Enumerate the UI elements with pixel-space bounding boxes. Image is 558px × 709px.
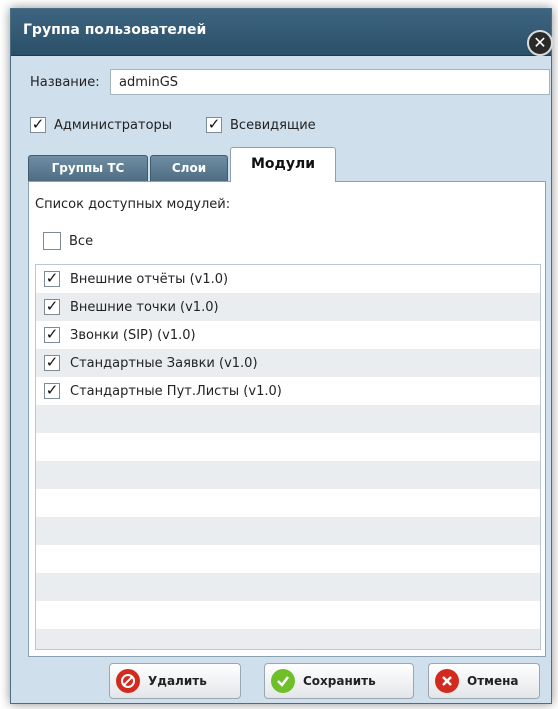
list-item[interactable]: ✓ Внешние отчёты (v1.0) xyxy=(36,265,540,293)
checkmark-icon xyxy=(271,669,295,693)
module-label: Стандартные Пут.Листы (v1.0) xyxy=(70,383,282,399)
select-all-label: Все xyxy=(69,233,94,249)
empty-row xyxy=(36,489,540,517)
module-label: Внешние точки (v1.0) xyxy=(70,299,219,315)
select-all-checkbox-box[interactable] xyxy=(43,232,61,250)
tab-modules[interactable]: Модули xyxy=(230,147,336,182)
module-checkbox[interactable]: ✓ xyxy=(44,327,60,343)
cancel-button[interactable]: Отмена xyxy=(428,663,540,699)
close-button[interactable]: ✕ xyxy=(527,30,553,56)
list-item[interactable]: ✓ Стандартные Заявки (v1.0) xyxy=(36,349,540,377)
empty-row xyxy=(36,405,540,433)
user-group-dialog: Группа пользователей ✕ Название: ✓ Админ… xyxy=(10,8,553,705)
module-checkbox[interactable]: ✓ xyxy=(44,299,60,315)
empty-row xyxy=(36,461,540,489)
dialog-title: Группа пользователей xyxy=(23,22,207,38)
administrators-checkbox-box[interactable]: ✓ xyxy=(30,117,46,133)
module-checkbox[interactable]: ✓ xyxy=(44,271,60,287)
close-icon xyxy=(435,669,459,693)
modules-list[interactable]: ✓ Внешние отчёты (v1.0) ✓ Внешние точки … xyxy=(35,264,541,650)
empty-row xyxy=(36,517,540,545)
close-icon: ✕ xyxy=(533,33,547,52)
select-all-checkbox[interactable]: Все xyxy=(43,232,93,250)
delete-label: Удалить xyxy=(148,674,207,688)
empty-row xyxy=(36,629,540,649)
save-label: Сохранить xyxy=(303,674,376,688)
delete-button[interactable]: Удалить xyxy=(109,663,241,699)
name-input[interactable] xyxy=(110,69,550,95)
check-icon: ✓ xyxy=(45,269,59,287)
empty-row xyxy=(36,573,540,601)
check-icon: ✓ xyxy=(31,115,45,133)
tab-vehicle-groups[interactable]: Группы ТС xyxy=(28,155,148,181)
list-item[interactable]: ✓ Звонки (SIP) (v1.0) xyxy=(36,321,540,349)
modules-panel: Список доступных модулей: Все ✓ Внешние … xyxy=(28,181,546,657)
administrators-checkbox[interactable]: ✓ Администраторы xyxy=(30,117,172,133)
module-label: Внешние отчёты (v1.0) xyxy=(70,271,229,287)
all-seeing-label: Всевидящие xyxy=(230,117,316,133)
empty-row xyxy=(36,433,540,461)
all-seeing-checkbox[interactable]: ✓ Всевидящие xyxy=(206,117,316,133)
module-label: Стандартные Заявки (v1.0) xyxy=(70,355,258,371)
save-button[interactable]: Сохранить xyxy=(264,663,414,699)
forbidden-icon xyxy=(116,669,140,693)
dialog-footer: Удалить Сохранить Отмена xyxy=(11,657,551,705)
check-icon: ✓ xyxy=(45,381,59,399)
module-label: Звонки (SIP) (v1.0) xyxy=(70,327,196,343)
empty-row xyxy=(36,601,540,629)
check-icon: ✓ xyxy=(207,115,221,133)
empty-row xyxy=(36,545,540,573)
module-checkbox[interactable]: ✓ xyxy=(44,355,60,371)
name-label: Название: xyxy=(30,75,100,90)
check-icon: ✓ xyxy=(45,325,59,343)
check-icon: ✓ xyxy=(45,353,59,371)
list-item[interactable]: ✓ Стандартные Пут.Листы (v1.0) xyxy=(36,377,540,405)
dialog-titlebar: Группа пользователей ✕ xyxy=(11,9,553,56)
administrators-label: Администраторы xyxy=(54,117,173,133)
all-seeing-checkbox-box[interactable]: ✓ xyxy=(206,117,222,133)
list-item[interactable]: ✓ Внешние точки (v1.0) xyxy=(36,293,540,321)
tab-layers[interactable]: Слои xyxy=(150,155,228,181)
cancel-label: Отмена xyxy=(467,674,519,688)
modules-list-caption: Список доступных модулей: xyxy=(35,197,231,212)
check-icon: ✓ xyxy=(45,297,59,315)
module-checkbox[interactable]: ✓ xyxy=(44,383,60,399)
